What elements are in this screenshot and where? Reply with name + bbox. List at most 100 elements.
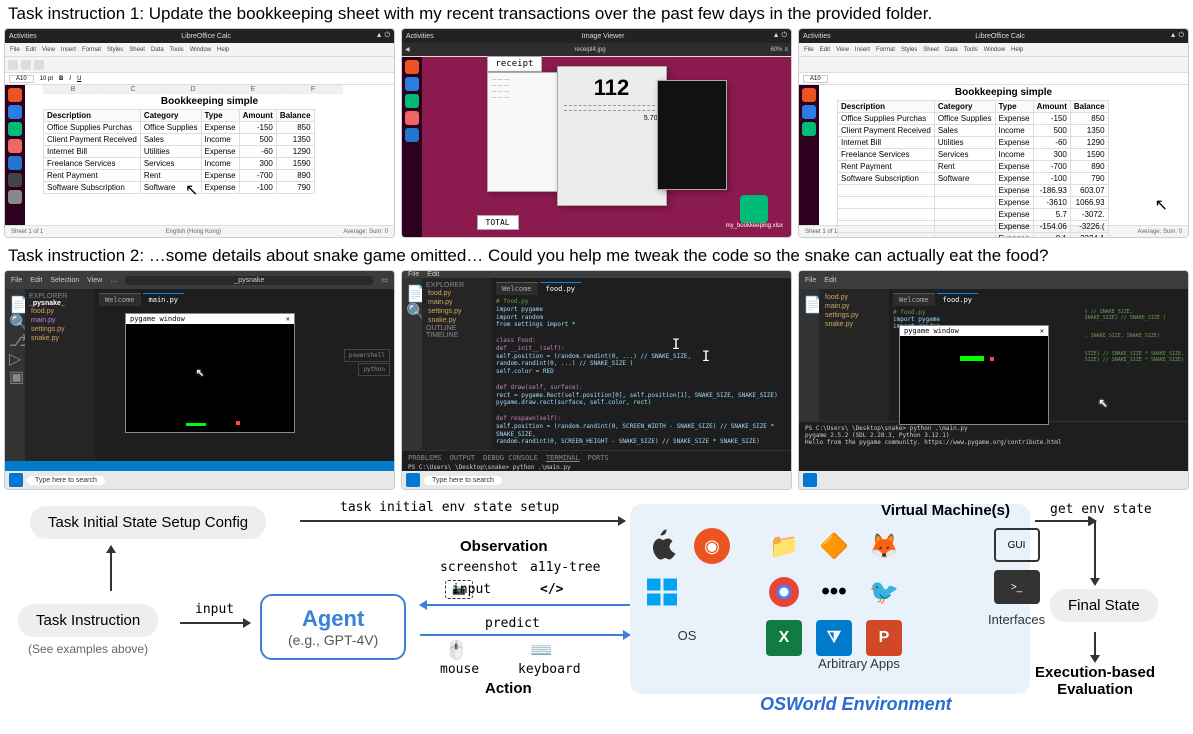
cell[interactable]: Income bbox=[995, 149, 1033, 161]
start-icon[interactable] bbox=[406, 473, 420, 487]
cell[interactable]: 1590 bbox=[276, 158, 314, 170]
col-header[interactable]: D bbox=[163, 85, 223, 94]
explorer-icon[interactable]: 📄 bbox=[803, 295, 815, 307]
file-item[interactable]: food.py bbox=[29, 307, 91, 316]
terminal-panel[interactable]: PS C:\Users\ \Desktop\snake> python .\ma… bbox=[799, 421, 1188, 471]
cell[interactable]: -3234.1 bbox=[1070, 233, 1108, 239]
firefox-icon[interactable] bbox=[802, 105, 816, 119]
file-item[interactable]: main.py bbox=[823, 302, 885, 311]
underline-button[interactable]: U bbox=[77, 76, 81, 82]
cell[interactable]: -60 bbox=[1033, 137, 1070, 149]
start-icon[interactable] bbox=[9, 473, 23, 487]
menu-view[interactable]: View bbox=[40, 47, 57, 53]
cell[interactable]: Rent bbox=[140, 170, 201, 182]
cell[interactable]: 1066.93 bbox=[1070, 197, 1108, 209]
cell[interactable]: Services bbox=[140, 158, 201, 170]
table-row[interactable]: Rent PaymentRentExpense-700890 bbox=[838, 161, 1109, 173]
terminal-shell-badge[interactable]: powershell bbox=[344, 349, 390, 362]
file-item[interactable]: snake.py bbox=[823, 320, 885, 329]
code-content[interactable]: # food.pyimport pygameimport randomfrom … bbox=[496, 298, 787, 446]
tab-food[interactable]: food.py bbox=[937, 293, 979, 306]
cell[interactable]: Expense bbox=[201, 122, 239, 134]
cell[interactable]: Software bbox=[140, 182, 201, 194]
cell[interactable]: 603.07 bbox=[1070, 185, 1108, 197]
term-tab[interactable]: PROBLEMS bbox=[408, 454, 442, 462]
th-balance[interactable]: Balance bbox=[276, 110, 314, 122]
menu-selection[interactable]: Selection bbox=[50, 277, 79, 284]
cell[interactable]: -100 bbox=[239, 182, 276, 194]
term-tab[interactable]: TERMINAL bbox=[546, 454, 580, 462]
cell[interactable]: Client Payment Received bbox=[44, 134, 141, 146]
table-row[interactable]: Expense-154.06-3226.( bbox=[838, 221, 1109, 233]
term-tab[interactable]: PORTS bbox=[588, 454, 609, 462]
search-icon[interactable]: 🔍 bbox=[9, 313, 21, 325]
activities-label[interactable]: Activities bbox=[406, 33, 434, 40]
cell[interactable]: 1590 bbox=[1070, 149, 1108, 161]
cell[interactable] bbox=[934, 209, 995, 221]
table-row[interactable]: Expense-8.1-3234.1 bbox=[838, 233, 1109, 239]
cell[interactable]: -150 bbox=[1033, 113, 1070, 125]
table-row[interactable]: Office Supplies PurchasOffice SuppliesEx… bbox=[44, 122, 315, 134]
cell[interactable] bbox=[838, 197, 935, 209]
terminal-panel[interactable]: PROBLEMS OUTPUT DEBUG CONSOLE TERMINAL P… bbox=[402, 450, 791, 471]
cell[interactable]: Expense bbox=[995, 173, 1033, 185]
pygame-window[interactable]: pygame window✕ bbox=[899, 325, 1049, 425]
col-header[interactable]: E bbox=[223, 85, 283, 94]
menu-file[interactable]: File bbox=[8, 47, 22, 53]
cell[interactable]: Utilities bbox=[140, 146, 201, 158]
search-icon[interactable]: 🔍 bbox=[406, 302, 418, 314]
file-item[interactable]: settings.py bbox=[426, 307, 488, 316]
cell[interactable]: Expense bbox=[995, 185, 1033, 197]
cell[interactable]: Software bbox=[934, 173, 995, 185]
activities-label[interactable]: Activities bbox=[9, 33, 37, 40]
terminal-icon[interactable] bbox=[8, 173, 22, 187]
toolbar-icon[interactable] bbox=[8, 60, 18, 70]
receipt-card-dark[interactable] bbox=[657, 80, 727, 190]
cell[interactable]: Income bbox=[201, 158, 239, 170]
vscode-icon[interactable] bbox=[8, 156, 22, 170]
spreadsheet-area[interactable]: Bookkeeping simple Description Category … bbox=[819, 85, 1188, 225]
font-size[interactable]: 10 pt bbox=[40, 76, 53, 82]
menu-edit[interactable]: Edit bbox=[818, 47, 832, 53]
zoom-level[interactable]: 60% bbox=[770, 47, 782, 53]
table-row[interactable]: Rent PaymentRentExpense-700890 bbox=[44, 170, 315, 182]
cell[interactable]: 500 bbox=[1033, 125, 1070, 137]
outline-section[interactable]: OUTLINE bbox=[426, 325, 488, 332]
menu-styles[interactable]: Styles bbox=[899, 47, 919, 53]
explorer-icon[interactable]: 📄 bbox=[406, 284, 418, 296]
menu-edit[interactable]: Edit bbox=[427, 271, 439, 278]
vlc-icon[interactable] bbox=[405, 111, 419, 125]
menu-format[interactable]: Format bbox=[80, 47, 103, 53]
cell[interactable] bbox=[838, 185, 935, 197]
table-row[interactable]: Expense-36101066.93 bbox=[838, 197, 1109, 209]
cell[interactable]: Client Payment Received bbox=[838, 125, 935, 137]
cell[interactable]: 500 bbox=[239, 134, 276, 146]
file-item[interactable]: snake.py bbox=[426, 316, 488, 325]
cell[interactable]: Expense bbox=[995, 137, 1033, 149]
cell[interactable]: 300 bbox=[1033, 149, 1070, 161]
cell[interactable]: Expense bbox=[995, 221, 1033, 233]
menu-tools[interactable]: Tools bbox=[962, 47, 980, 53]
menu-insert[interactable]: Insert bbox=[853, 47, 872, 53]
taskbar-search[interactable]: Type here to search bbox=[424, 476, 502, 485]
col-header[interactable]: F bbox=[283, 85, 343, 94]
term-tab[interactable]: OUTPUT bbox=[450, 454, 475, 462]
firefox-icon[interactable] bbox=[405, 77, 419, 91]
editor-area[interactable]: Welcome food.py # food.py import pygame … bbox=[889, 289, 1188, 421]
cell[interactable]: Expense bbox=[995, 209, 1033, 221]
menu-help[interactable]: Help bbox=[1009, 47, 1025, 53]
file-item[interactable]: food.py bbox=[426, 289, 488, 298]
explorer-icon[interactable]: 📄 bbox=[9, 295, 21, 307]
table-row[interactable]: Office Supplies PurchasOffice SuppliesEx… bbox=[838, 113, 1109, 125]
cell[interactable]: Rent Payment bbox=[44, 170, 141, 182]
cell[interactable]: 850 bbox=[276, 122, 314, 134]
menu-view[interactable]: View bbox=[87, 277, 102, 284]
cell[interactable]: 790 bbox=[276, 182, 314, 194]
cell[interactable]: Expense bbox=[995, 113, 1033, 125]
menu-file[interactable]: File bbox=[408, 271, 419, 278]
cell[interactable]: 1290 bbox=[276, 146, 314, 158]
file-item[interactable]: settings.py bbox=[29, 325, 91, 334]
cell[interactable] bbox=[838, 209, 935, 221]
tab-welcome[interactable]: Welcome bbox=[496, 282, 538, 295]
git-icon[interactable]: ⎇ bbox=[9, 331, 21, 343]
